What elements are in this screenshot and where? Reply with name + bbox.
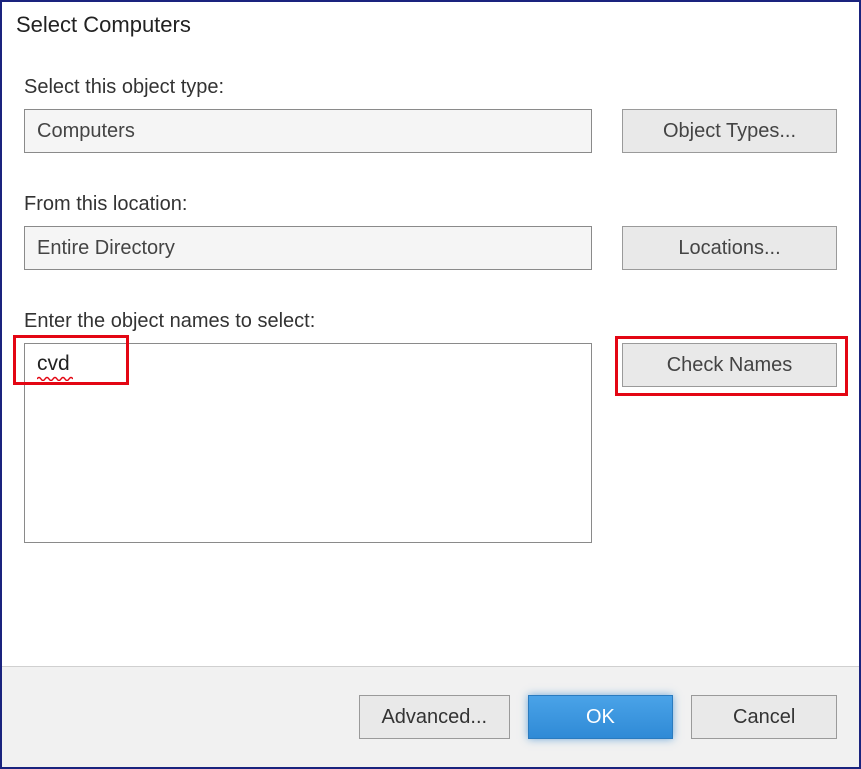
object-type-row: Computers Object Types...: [24, 109, 837, 153]
names-label: Enter the object names to select:: [24, 310, 837, 333]
ok-button[interactable]: OK: [528, 695, 674, 739]
object-type-label: Select this object type:: [24, 76, 837, 99]
cancel-button[interactable]: Cancel: [691, 695, 837, 739]
location-label: From this location:: [24, 193, 837, 216]
dialog-content: Select this object type: Computers Objec…: [2, 56, 859, 666]
footer-row: Advanced... OK Cancel: [24, 695, 837, 739]
location-field: Entire Directory: [24, 226, 592, 270]
select-computers-dialog: Select Computers Select this object type…: [0, 0, 861, 769]
dialog-title: Select Computers: [2, 2, 859, 56]
object-type-field: Computers: [24, 109, 592, 153]
dialog-footer: Advanced... OK Cancel: [2, 666, 859, 767]
names-textarea-wrap: [24, 343, 592, 549]
advanced-button[interactable]: Advanced...: [359, 695, 510, 739]
locations-button[interactable]: Locations...: [622, 226, 837, 270]
location-row: Entire Directory Locations...: [24, 226, 837, 270]
check-names-button[interactable]: Check Names: [622, 343, 837, 387]
names-row: Check Names: [24, 343, 837, 549]
check-names-wrap: Check Names: [622, 343, 837, 387]
object-names-input[interactable]: [24, 343, 592, 543]
object-types-button[interactable]: Object Types...: [622, 109, 837, 153]
